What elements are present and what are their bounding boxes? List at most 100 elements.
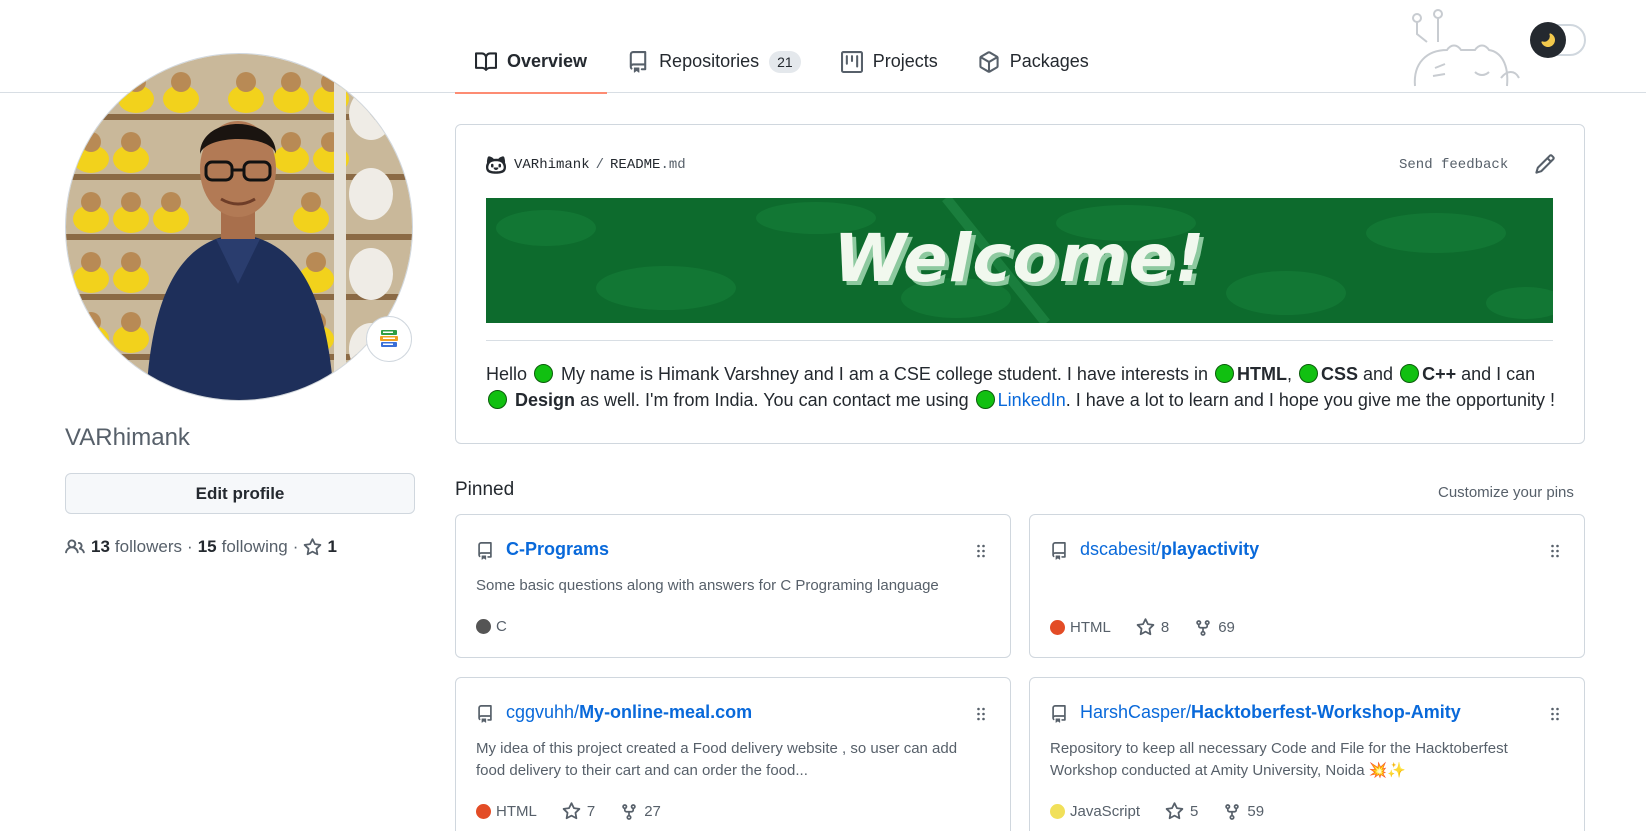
edit-profile-button[interactable]: Edit profile [65, 473, 415, 514]
repo-link[interactable]: cggvuhh/My-online-meal.com [506, 702, 752, 723]
welcome-banner: Welcome! [486, 198, 1553, 323]
theme-toggle[interactable] [1530, 22, 1586, 58]
tab-repositories[interactable]: Repositories 21 [607, 40, 821, 93]
book-icon [475, 52, 497, 71]
following-link[interactable]: 15 following [198, 537, 288, 557]
repo-meta: JavaScript 5 59 [1050, 802, 1264, 821]
avatar[interactable] [65, 53, 413, 401]
stars-count: 1 [327, 537, 337, 556]
repo-stars[interactable]: 5 [1165, 802, 1198, 821]
pinned-repo-card: dscabesit/playactivity HTML 8 69 [1029, 514, 1585, 658]
repo-meta: C [476, 618, 507, 635]
repo-forks[interactable]: 69 [1194, 619, 1235, 637]
repo-name: My-online-meal.com [579, 702, 753, 722]
star-icon [562, 802, 581, 820]
readme-owner[interactable]: VARhimank [514, 157, 590, 173]
tab-projects[interactable]: Projects [821, 40, 958, 93]
green-circle-icon [975, 390, 995, 409]
repo-stars-count: 7 [586, 803, 596, 820]
people-icon [65, 539, 85, 554]
stars-link[interactable]: 1 [303, 537, 341, 557]
intro-text: as well. I'm from India. You can contact… [575, 390, 974, 410]
readme-slash: / [595, 157, 605, 173]
following-count: 15 [197, 537, 217, 556]
repo-language: C [496, 618, 507, 635]
repo-stars[interactable]: 8 [1136, 618, 1169, 637]
repo-name: Hacktoberfest-Workshop-Amity [1191, 702, 1461, 722]
repo-language: HTML [496, 803, 537, 820]
green-circle-icon [1299, 364, 1319, 383]
repo-owner: HarshCasper/ [1080, 702, 1192, 722]
repo-stars-count: 8 [1160, 619, 1170, 636]
repo-icon [478, 705, 492, 723]
language-color-dot [1050, 804, 1065, 819]
linkedin-link[interactable]: LinkedIn [998, 390, 1066, 410]
pinned-repo-card: cggvuhh/My-online-meal.com My idea of th… [455, 677, 1011, 831]
following-label: following [221, 537, 288, 556]
repo-link[interactable]: dscabesit/playactivity [1080, 539, 1259, 560]
language-color-dot [1050, 620, 1065, 635]
intro-text: , [1287, 364, 1298, 384]
readme-divider [486, 340, 1553, 341]
green-circle-icon [534, 364, 554, 383]
followers-link[interactable]: 13 followers [91, 537, 182, 557]
star-icon [1165, 802, 1184, 820]
repo-forks[interactable]: 59 [1223, 803, 1264, 821]
star-icon [1136, 618, 1155, 636]
repositories-count: 21 [769, 51, 801, 73]
profile-tabs: Overview Repositories 21 Projects Packag… [455, 40, 1109, 94]
drag-handle-icon[interactable] [976, 706, 986, 722]
repo-icon [1052, 705, 1066, 723]
customize-pins-link[interactable]: Customize your pins [1438, 484, 1574, 501]
pinned-repo-card: HarshCasper/Hacktoberfest-Workshop-Amity… [1029, 677, 1585, 831]
repo-stars[interactable]: 7 [562, 802, 595, 821]
intro-text: . I have a lot to learn and I hope you g… [1065, 390, 1556, 410]
repo-forks-count: 59 [1247, 803, 1265, 820]
drag-handle-icon[interactable] [976, 543, 986, 559]
language-color-dot [476, 804, 491, 819]
tab-repositories-label: Repositories [659, 51, 760, 71]
repo-meta: HTML 7 27 [476, 802, 661, 821]
repo-icon [1052, 542, 1066, 560]
repo-name: playactivity [1161, 539, 1260, 559]
avatar-photo [66, 54, 412, 400]
separator: · [187, 537, 193, 556]
send-feedback-link[interactable]: Send feedback [1399, 157, 1508, 173]
repo-owner: cggvuhh/ [506, 702, 580, 722]
repo-link[interactable]: HarshCasper/Hacktoberfest-Workshop-Amity [1080, 702, 1461, 723]
skill-cpp: C++ [1422, 364, 1457, 384]
tab-packages[interactable]: Packages [958, 40, 1109, 93]
repo-language: HTML [1070, 619, 1111, 636]
green-circle-icon [488, 390, 507, 409]
pencil-icon[interactable] [1534, 153, 1556, 175]
separator: · [292, 537, 299, 556]
intro-text: and [1358, 364, 1399, 384]
repo-forks-count: 27 [644, 803, 661, 820]
green-circle-icon [1400, 364, 1420, 383]
readme-path: VARhimank / README .md [486, 155, 686, 175]
repo-link[interactable]: C-Programs [506, 539, 609, 560]
skill-design: Design [515, 390, 576, 410]
star-icon [304, 537, 322, 555]
repo-forks[interactable]: 27 [620, 803, 661, 821]
readme-intro: Hello My name is Himank Varshney and I a… [486, 361, 1561, 413]
profile-readme: VARhimank / README .md Send feedback Welc… [455, 124, 1585, 444]
books-icon [380, 330, 398, 347]
drag-handle-icon[interactable] [1550, 543, 1560, 559]
repo-description: My idea of this project created a Food d… [476, 740, 958, 779]
tab-overview[interactable]: Overview [455, 40, 608, 94]
pinned-heading: Pinned [455, 479, 515, 500]
intro-text: and I can [1456, 364, 1536, 384]
followers-label: followers [114, 537, 183, 556]
intro-text: Hello [486, 364, 533, 384]
tab-projects-label: Projects [872, 51, 938, 71]
skill-html: HTML [1237, 364, 1287, 384]
drag-handle-icon[interactable] [1550, 706, 1560, 722]
skill-css: CSS [1321, 364, 1359, 384]
tab-overview-label: Overview [507, 51, 588, 71]
fork-icon [1196, 619, 1210, 636]
repo-meta: HTML 8 69 [1050, 618, 1235, 637]
repo-description: Repository to keep all necessary Code an… [1050, 740, 1508, 779]
status-emoji-button[interactable] [366, 316, 412, 362]
repo-stars-count: 5 [1190, 803, 1199, 820]
